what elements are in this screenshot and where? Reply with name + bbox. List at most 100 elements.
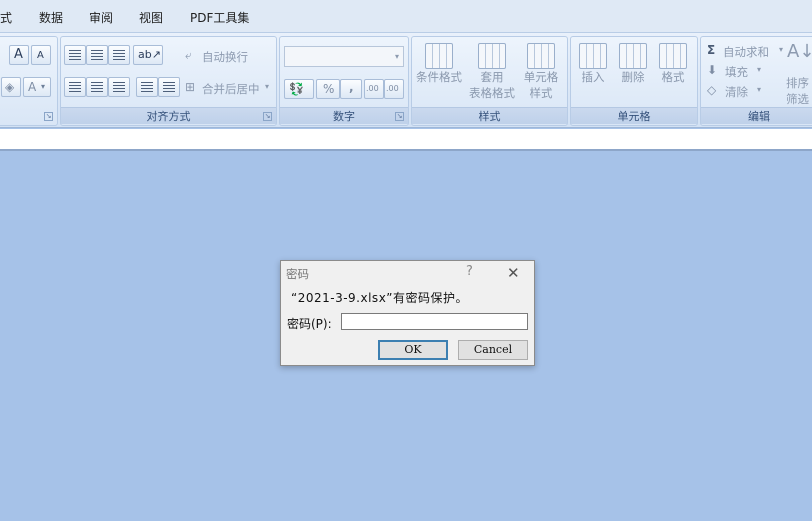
alignment-group-label: 对齐方式 (61, 107, 276, 124)
editing-group-label: 编辑 (701, 107, 812, 124)
merge-center-label: 合并后居中 (202, 82, 260, 96)
paint-bucket-icon: ◈ (5, 80, 15, 94)
menu-data[interactable]: 数据 (39, 9, 63, 26)
sigma-icon: Σ (707, 43, 716, 57)
styles-group-label: 样式 (412, 107, 567, 124)
wrap-text-label: 自动换行 (202, 50, 248, 64)
conditional-formatting-button[interactable]: 条件格式 (414, 43, 464, 85)
currency-icon: 💱 (289, 82, 304, 96)
format-cells-icon (659, 43, 687, 69)
menu-review[interactable]: 审阅 (89, 9, 113, 26)
format-label: 格式 (661, 70, 685, 84)
chevron-down-icon: ▾ (395, 52, 400, 61)
dialog-message: “2021-3-9.xlsx”有密码保护。 (291, 291, 469, 305)
font-color-button[interactable]: A ▾ (23, 77, 51, 97)
insert-cells-icon (579, 43, 607, 69)
accounting-format-button[interactable]: 💱 (284, 79, 314, 99)
sort-label-2: 筛选 (786, 92, 809, 106)
password-dialog: 密码 ? ✕ “2021-3-9.xlsx”有密码保护。 密码(P): OK C… (280, 260, 535, 366)
align-top-icon (69, 50, 81, 60)
align-bottom-button[interactable] (108, 45, 130, 65)
sort-az-icon: A↓ (787, 41, 812, 62)
cell-styles-label-1: 单元格 (523, 70, 559, 84)
fill-down-icon: ⬇ (707, 63, 718, 77)
clear-label: 清除 (725, 85, 748, 99)
chevron-down-icon: ▾ (757, 65, 762, 74)
orientation-button[interactable]: ab↗ (133, 45, 163, 65)
ok-button[interactable]: OK (378, 340, 448, 360)
menu-format[interactable]: 式 (0, 9, 12, 26)
fill-button[interactable]: ⬇ 填充 ▾ (707, 61, 767, 79)
merge-center-button[interactable]: ⊞ 合并后居中 ▾ (185, 79, 275, 97)
group-number: ▾ 💱 % , .00 .00 数字 ↘ (279, 36, 409, 126)
wrap-text-button[interactable]: ⤶ 自动换行 (185, 47, 270, 65)
align-right-icon (113, 82, 125, 92)
align-middle-button[interactable] (86, 45, 108, 65)
sort-filter-button[interactable]: A↓ 排序 筛选 (785, 41, 812, 107)
conditional-formatting-icon (425, 43, 453, 69)
decrease-decimal-icon: .00 (386, 84, 399, 93)
group-font: A A ◈ A ▾ ↘ (0, 36, 58, 126)
comma-button[interactable]: , (340, 79, 362, 99)
decrease-decimal-button[interactable]: .00 (384, 79, 404, 99)
conditional-formatting-label: 条件格式 (416, 70, 462, 84)
sort-label-1: 排序 (786, 76, 809, 90)
increase-indent-icon (163, 82, 175, 92)
chevron-down-icon: ▾ (779, 45, 784, 54)
number-launcher-icon[interactable]: ↘ (395, 112, 404, 121)
format-as-table-label-2: 表格格式 (469, 86, 515, 100)
shrink-font-button[interactable]: A (31, 45, 51, 65)
group-cells: 插入 删除 格式 单元格 (570, 36, 698, 126)
help-icon[interactable]: ? (466, 264, 473, 279)
increase-indent-button[interactable] (158, 77, 180, 97)
chevron-down-icon: ▾ (41, 82, 46, 91)
cell-styles-label-2: 样式 (529, 86, 553, 100)
highlight-button[interactable]: ◈ (1, 77, 21, 97)
align-top-button[interactable] (64, 45, 86, 65)
group-styles: 条件格式 套用 表格格式 单元格 样式 样式 (411, 36, 568, 126)
increase-decimal-icon: .00 (366, 84, 379, 93)
orientation-icon: ab↗ (138, 48, 161, 61)
menu-view[interactable]: 视图 (139, 9, 163, 26)
format-as-table-button[interactable]: 套用 表格格式 (467, 43, 517, 101)
close-icon[interactable]: ✕ (507, 264, 520, 282)
increase-decimal-button[interactable]: .00 (364, 79, 384, 99)
password-input[interactable] (341, 313, 528, 330)
chevron-down-icon: ▾ (757, 85, 762, 94)
ribbon: A A ◈ A ▾ ↘ ab↗ ⤶ 自动换行 ⊞ 合并后居中 ▾ 对齐方式 ↘ … (0, 33, 812, 128)
font-launcher-icon[interactable]: ↘ (44, 112, 53, 121)
align-left-button[interactable] (64, 77, 86, 97)
grow-font-button[interactable]: A (9, 45, 29, 65)
dialog-title: 密码 (286, 267, 309, 281)
table-icon (478, 43, 506, 69)
merge-cells-icon: ⊞ (185, 80, 196, 94)
menu-pdf-tools[interactable]: PDF工具集 (190, 9, 249, 26)
group-editing: Σ 自动求和 ▾ ⬇ 填充 ▾ ◇ 清除 ▾ A↓ 排序 筛选 编辑 (700, 36, 812, 126)
number-group-label: 数字 (280, 107, 408, 124)
autosum-button[interactable]: Σ 自动求和 ▾ (707, 41, 785, 59)
autosum-label: 自动求和 (723, 45, 769, 59)
cells-group-label: 单元格 (571, 107, 697, 124)
align-center-icon (91, 82, 103, 92)
cancel-button[interactable]: Cancel (458, 340, 528, 360)
eraser-icon: ◇ (707, 83, 717, 97)
group-alignment: ab↗ ⤶ 自动换行 ⊞ 合并后居中 ▾ 对齐方式 ↘ (60, 36, 277, 126)
delete-cells-icon (619, 43, 647, 69)
chevron-down-icon: ▾ (265, 82, 270, 91)
number-format-combo[interactable]: ▾ (284, 46, 404, 67)
wrap-text-icon: ⤶ (185, 48, 192, 62)
format-button[interactable]: 格式 (648, 43, 698, 85)
percent-button[interactable]: % (316, 79, 340, 99)
align-middle-icon (91, 50, 103, 60)
comma-icon: , (349, 80, 354, 94)
align-center-button[interactable] (86, 77, 108, 97)
decrease-indent-button[interactable] (136, 77, 158, 97)
cell-styles-button[interactable]: 单元格 样式 (516, 43, 566, 101)
align-right-button[interactable] (108, 77, 130, 97)
fill-label: 填充 (725, 65, 748, 79)
clear-button[interactable]: ◇ 清除 ▾ (707, 81, 767, 99)
password-label: 密码(P): (287, 317, 332, 331)
font-color-icon: A (28, 80, 37, 94)
align-bottom-icon (113, 50, 125, 60)
alignment-launcher-icon[interactable]: ↘ (263, 112, 272, 121)
